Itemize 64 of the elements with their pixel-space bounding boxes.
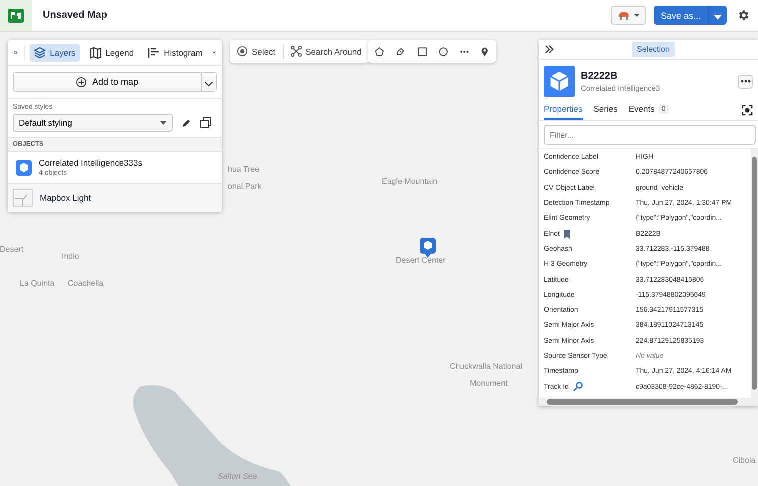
layer-name: Mapbox Light [40,193,92,203]
map-place-label: onal Park [228,182,262,191]
cube-icon [544,66,575,97]
map-place-label: Desert Center [396,256,446,265]
add-options-button[interactable] [201,73,216,91]
bar-chart-icon [148,46,160,58]
panel-tab[interactable]: Histogram [144,44,207,62]
copy-icon[interactable] [200,117,212,129]
map-thumbnail-icon [13,189,33,207]
map-place-label: Salton Sea [218,472,258,481]
basemap-item[interactable]: Mapbox Light [8,184,222,212]
vehicle-dropdown-button[interactable] [610,6,646,25]
target-icon [237,46,248,57]
pen-icon[interactable] [396,46,406,58]
map-place-label: Coachella [68,279,104,288]
map-place-label: Chuckwalla National [450,362,522,371]
map-place-label: Eagle Mountain [382,177,438,186]
caret-icon [160,121,167,125]
add-to-map-button[interactable]: Add to map [14,73,201,91]
map-place-label: Indio [62,252,80,261]
search-around-button[interactable]: Search Around [290,46,362,57]
map-pin-icon[interactable] [481,46,489,58]
settings-icon[interactable] [737,9,750,22]
plus-circle-icon [76,76,88,88]
vehicle-icon [616,10,631,20]
focus-icon[interactable] [742,104,753,116]
polygon-icon[interactable] [375,46,384,58]
key-icon [573,382,584,392]
caret-icon [714,15,722,20]
circle-icon[interactable] [438,46,448,58]
cube-icon [16,160,32,176]
panel-tab[interactable]: Series [594,100,618,120]
map-marker-icon[interactable] [419,237,437,259]
map-place-label: Monument [470,379,508,388]
map-place-label: hua Tree [228,165,260,174]
chevron-down-icon [205,82,213,86]
network-icon [290,46,302,57]
more-button[interactable] [738,74,753,88]
rectangle-icon[interactable] [418,46,427,58]
panel-tab[interactable]: Properties [544,100,583,120]
map-place-label: Desert [0,245,24,254]
map-title: Unsaved Map [43,10,108,21]
horizontal-scrollbar[interactable] [539,398,758,406]
panel-tab[interactable]: Legend [86,44,138,62]
more-icon [740,80,750,83]
caret-icon [634,14,640,17]
object-title: B2222B [581,70,619,82]
panel-tab[interactable]: Layers [30,44,80,62]
map-place-label: La Quinta [20,279,55,288]
selection-tab[interactable]: Selection [632,42,675,57]
map-place-label: Cibola [733,456,756,465]
expand-icon[interactable] [545,45,554,54]
save-options-button[interactable] [708,6,727,25]
bookmark-icon [564,230,570,239]
layer-name: Correlated Intelligence333s [39,158,142,168]
map-icon [90,46,102,58]
filter-field[interactable]: Filter... [544,125,756,145]
layers-icon [34,46,46,58]
edit-icon[interactable] [181,118,192,128]
save-as-button[interactable]: Save as... [654,6,708,25]
select-tool-button[interactable]: Select [237,46,276,57]
style-select[interactable]: Default styling [13,114,173,132]
vertical-scrollbar[interactable] [751,149,758,398]
more-icon[interactable] [460,50,470,54]
